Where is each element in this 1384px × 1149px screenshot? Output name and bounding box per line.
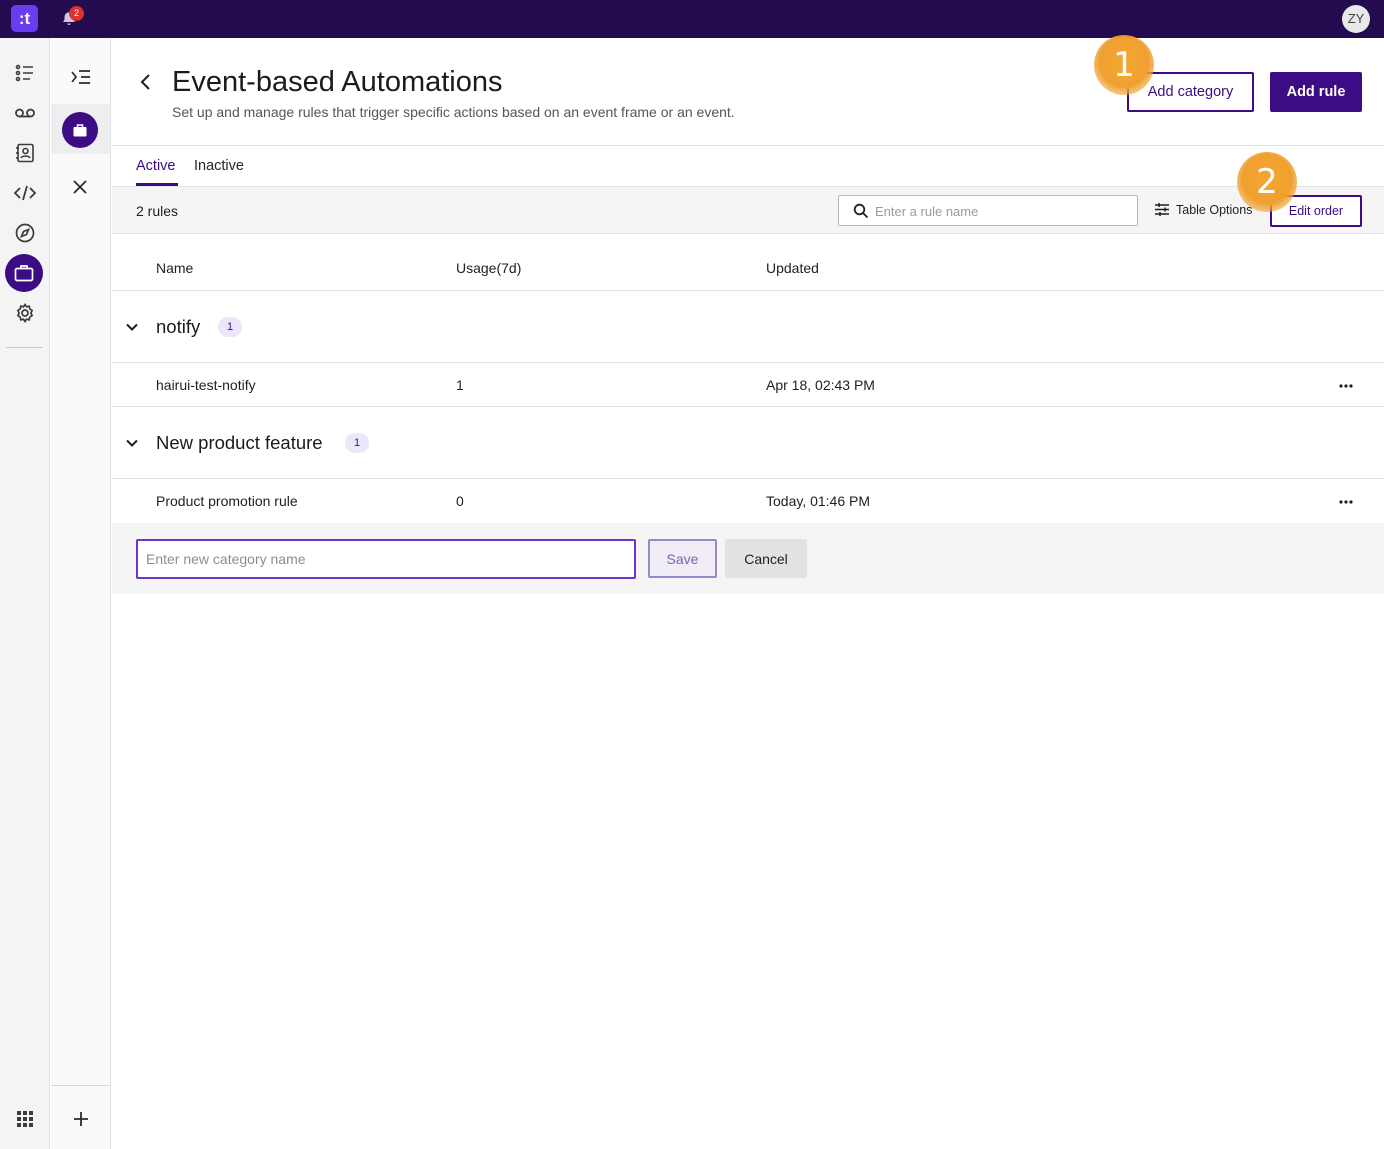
new-category-row: Save Cancel xyxy=(112,523,1384,594)
add-rule-button[interactable]: Add rule xyxy=(1270,72,1362,112)
panel-item-automations[interactable] xyxy=(51,104,110,154)
save-button[interactable]: Save xyxy=(648,539,717,578)
header-divider xyxy=(112,145,1384,146)
column-header-usage[interactable]: Usage(7d) xyxy=(456,260,521,276)
apps-grid-icon[interactable] xyxy=(12,1106,38,1132)
search-input[interactable] xyxy=(875,201,1125,221)
panel-divider xyxy=(51,1085,110,1086)
new-category-input[interactable] xyxy=(136,539,636,579)
contacts-icon[interactable] xyxy=(12,140,38,166)
group-name: New product feature xyxy=(156,432,323,453)
app-logo[interactable]: :t xyxy=(11,5,38,32)
chevron-down-icon[interactable] xyxy=(124,435,140,451)
rail-divider xyxy=(6,347,43,348)
page-title: Event-based Automations xyxy=(172,66,503,98)
rule-name[interactable]: hairui-test-notify xyxy=(156,377,256,393)
gear-icon[interactable] xyxy=(12,300,38,326)
close-icon[interactable] xyxy=(73,180,87,194)
secondary-panel xyxy=(51,38,111,1149)
group-name: notify xyxy=(156,316,201,337)
tab-inactive[interactable]: Inactive xyxy=(194,158,244,174)
callout-marker-1: 1 xyxy=(1094,35,1154,95)
search-box[interactable] xyxy=(838,195,1138,226)
search-icon xyxy=(853,203,869,219)
cancel-button[interactable]: Cancel xyxy=(725,539,807,578)
row-divider xyxy=(112,290,1384,291)
more-options-icon[interactable] xyxy=(1338,378,1354,394)
table-toolbar: 2 rules Table Options Edit order xyxy=(112,186,1384,234)
rule-usage: 0 xyxy=(456,493,464,509)
notification-badge: 2 xyxy=(69,6,84,21)
automations-nav-button[interactable] xyxy=(5,254,43,292)
list-icon[interactable] xyxy=(12,60,38,86)
column-header-updated[interactable]: Updated xyxy=(766,260,819,276)
column-header-name[interactable]: Name xyxy=(156,260,193,276)
voicemail-icon[interactable] xyxy=(12,100,38,126)
briefcase-icon xyxy=(14,265,34,282)
page-subtitle: Set up and manage rules that trigger spe… xyxy=(172,104,735,120)
left-rail xyxy=(0,38,50,1149)
sliders-icon xyxy=(1155,203,1169,216)
briefcase-icon xyxy=(73,123,87,136)
group-count-badge: 1 xyxy=(345,433,369,453)
top-bar: :t 2 ZY xyxy=(0,0,1384,38)
plus-icon[interactable] xyxy=(73,1111,89,1127)
back-arrow-icon[interactable] xyxy=(136,72,156,92)
more-options-icon[interactable] xyxy=(1338,494,1354,510)
code-icon[interactable] xyxy=(12,180,38,206)
rule-usage: 1 xyxy=(456,377,464,393)
row-divider xyxy=(112,406,1384,407)
tab-active[interactable]: Active xyxy=(136,158,176,174)
collapse-menu-icon[interactable] xyxy=(71,68,91,86)
rule-name[interactable]: Product promotion rule xyxy=(156,493,298,509)
row-divider xyxy=(112,478,1384,479)
compass-icon[interactable] xyxy=(12,220,38,246)
panel-item-automations-circle xyxy=(62,112,98,148)
row-divider xyxy=(112,362,1384,363)
rule-updated: Apr 18, 02:43 PM xyxy=(766,377,875,393)
rule-count: 2 rules xyxy=(136,203,179,219)
rule-updated: Today, 01:46 PM xyxy=(766,493,871,509)
group-count-badge: 1 xyxy=(218,317,242,337)
avatar[interactable]: ZY xyxy=(1342,5,1370,33)
chevron-down-icon[interactable] xyxy=(124,319,140,335)
callout-marker-2: 2 xyxy=(1237,152,1297,212)
main-content: Event-based Automations Set up and manag… xyxy=(112,35,1384,1149)
table-options-button[interactable]: Table Options xyxy=(1154,202,1252,217)
table-options-label: Table Options xyxy=(1176,202,1253,217)
